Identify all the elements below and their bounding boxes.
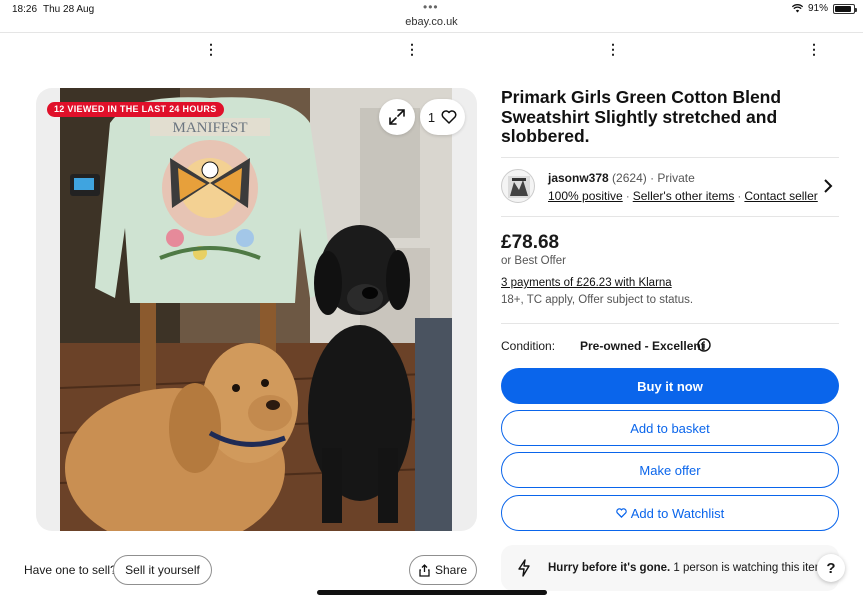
listing-photo-illustration: MANIFEST — [60, 88, 452, 531]
seller-avatar[interactable] — [501, 169, 535, 203]
help-button[interactable]: ? — [817, 554, 845, 582]
status-right: 91% — [791, 3, 857, 14]
listing-title: Primark Girls Green Cotton Blend Sweatsh… — [501, 87, 782, 146]
status-date: Thu 28 Aug — [43, 4, 95, 15]
make-offer-button[interactable]: Make offer — [501, 452, 839, 488]
image-gallery[interactable]: MANIFEST — [36, 88, 477, 531]
info-icon[interactable] — [697, 338, 711, 352]
home-indicator[interactable] — [317, 590, 547, 595]
seller-other-items-link[interactable]: Seller's other items — [633, 189, 735, 203]
watch-heart-button[interactable]: 1 — [420, 99, 465, 135]
contact-seller-link[interactable]: Contact seller — [744, 189, 817, 203]
listing-photo[interactable]: MANIFEST — [60, 88, 452, 531]
divider — [501, 157, 839, 158]
best-offer-text: or Best Offer — [501, 255, 566, 267]
question-mark-icon: ? — [826, 559, 836, 577]
sweatshirt-print: MANIFEST — [172, 120, 247, 136]
heart-icon — [441, 110, 457, 124]
more-dots-icon[interactable]: ••• — [423, 0, 439, 14]
battery-percent: 91% — [807, 3, 828, 14]
expand-icon — [389, 109, 405, 125]
buy-it-now-button[interactable]: Buy it now — [501, 368, 839, 404]
chevron-right-icon[interactable] — [822, 178, 834, 194]
seller-feedback: (2624) — [612, 171, 647, 185]
battery-icon — [833, 3, 857, 14]
divider — [501, 216, 839, 217]
expand-image-button[interactable] — [379, 99, 415, 135]
lightning-bolt-icon — [518, 559, 530, 577]
sell-it-yourself-button[interactable]: Sell it yourself — [113, 555, 212, 585]
kebab-menu-icon[interactable]: ⋮ — [807, 42, 821, 56]
watchlist-label: Add to Watchlist — [630, 505, 725, 521]
condition-value: Pre-owned - Excellent — [580, 339, 705, 353]
klarna-link[interactable]: 3 payments of £26.23 with Klarna — [501, 277, 672, 289]
heart-icon — [616, 508, 627, 518]
watch-count: 1 — [427, 109, 436, 125]
seller-type: · Private — [650, 171, 695, 185]
kebab-menu-icon[interactable]: ⋮ — [606, 42, 620, 56]
add-to-watchlist-button[interactable]: Add to Watchlist — [501, 495, 839, 531]
condition-label: Condition: — [501, 339, 556, 353]
urgency-banner: Hurry before it's gone. 1 person is watc… — [501, 545, 839, 591]
seller-info: jasonw378 (2624) · Private — [548, 171, 695, 185]
price: £78.68 — [501, 232, 560, 253]
divider — [501, 323, 839, 324]
klarna-note: 18+, TC apply, Offer subject to status. — [501, 294, 694, 306]
share-icon — [419, 563, 430, 577]
status-bar: 18:26 Thu 28 Aug ••• ebay.co.uk 91% — [0, 0, 863, 32]
toolbar-divider — [0, 32, 863, 33]
add-to-basket-button[interactable]: Add to basket — [501, 410, 839, 446]
status-time: 18:26 — [12, 4, 38, 15]
wifi-icon — [791, 4, 803, 13]
urgency-text: Hurry before it's gone. 1 person is watc… — [548, 562, 827, 574]
address-bar-url[interactable]: ebay.co.uk — [0, 16, 863, 28]
positive-feedback-link[interactable]: 100% positive — [548, 189, 623, 203]
urgency-detail: 1 person is watching this item. — [670, 562, 828, 574]
share-button[interactable]: Share — [409, 555, 477, 585]
kebab-menu-icon[interactable]: ⋮ — [204, 42, 218, 56]
have-one-to-sell-text: Have one to sell? — [24, 563, 117, 577]
kebab-menu-icon[interactable]: ⋮ — [405, 42, 419, 56]
seller-name[interactable]: jasonw378 — [548, 171, 609, 185]
urgency-bold: Hurry before it's gone. — [548, 562, 671, 574]
seller-links: 100% positive · Seller's other items · Conta… — [548, 189, 818, 203]
views-badge: 12 VIEWED IN THE LAST 24 HOURS — [47, 102, 224, 117]
share-label: Share — [434, 563, 468, 577]
